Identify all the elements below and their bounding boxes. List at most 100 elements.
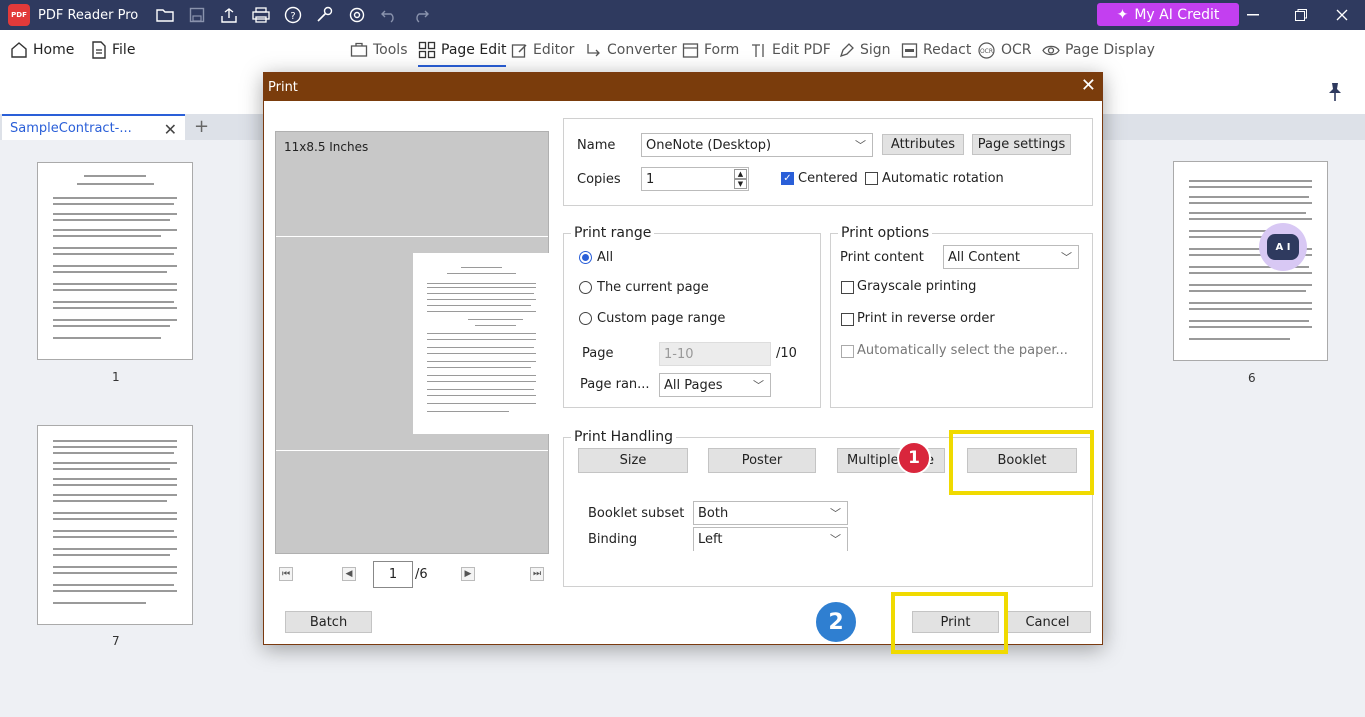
step-one-badge: 1 (897, 441, 931, 475)
wrench-icon[interactable] (312, 2, 338, 28)
print-options-section: Print options Print content All Content … (830, 225, 1093, 408)
last-page-button[interactable]: ⏭ (530, 567, 544, 581)
page-thumbnail[interactable] (37, 425, 193, 625)
booklet-highlight (949, 430, 1094, 495)
printer-icon[interactable] (248, 2, 274, 28)
window-close-icon[interactable] (1319, 0, 1365, 30)
centered-checkbox[interactable]: ✓ (781, 172, 794, 185)
sign-label: Sign (860, 42, 891, 58)
ocr-tab[interactable]: OCR OCR (977, 30, 1032, 70)
range-custom-radio[interactable] (579, 312, 592, 325)
home-button[interactable]: Home (10, 30, 74, 70)
edit-pdf-tab[interactable]: Edit PDF (750, 30, 831, 70)
next-page-button[interactable]: ▶ (461, 567, 475, 581)
eye-icon (1042, 45, 1060, 55)
decrement-icon[interactable]: ▼ (734, 179, 747, 189)
restore-icon[interactable] (1278, 0, 1324, 30)
reverse-order-label: Print in reverse order (857, 311, 995, 326)
file-button[interactable]: File (91, 30, 135, 70)
page-total-label: /6 (415, 567, 428, 582)
minimize-icon[interactable] (1230, 0, 1276, 30)
dialog-title: Print (268, 79, 298, 95)
open-folder-icon[interactable] (152, 2, 178, 28)
page-number-input[interactable]: 1 (373, 561, 413, 588)
chevron-down-icon: ﹀ (753, 379, 764, 392)
page-range-select[interactable]: All Pages ﹀ (659, 373, 771, 397)
auto-paper-checkbox[interactable] (841, 345, 854, 358)
range-custom-label: Custom page range (597, 311, 726, 326)
range-current-radio[interactable] (579, 281, 592, 294)
dialog-close-icon[interactable]: ✕ (1081, 75, 1096, 96)
binding-select[interactable]: Left ﹀ (693, 527, 848, 551)
auto-rotation-checkbox[interactable] (865, 172, 878, 185)
svg-text:OCR: OCR (980, 48, 993, 55)
page-number-label: 6 (1248, 371, 1256, 385)
document-tab-title: SampleContract-... (10, 120, 132, 136)
converter-tab[interactable]: Converter (585, 30, 677, 70)
toolbox-icon (350, 42, 368, 57)
help-icon[interactable]: ? (280, 2, 306, 28)
page-thumbnail[interactable] (1173, 161, 1328, 361)
page-label: Page (582, 346, 614, 361)
increment-icon[interactable]: ▲ (734, 169, 747, 179)
undo-icon[interactable] (376, 2, 402, 28)
redo-icon[interactable] (408, 2, 434, 28)
file-icon (92, 41, 106, 59)
range-all-radio[interactable] (579, 251, 592, 264)
page-range-input[interactable]: 1-10 (659, 342, 771, 366)
grayscale-label: Grayscale printing (857, 279, 977, 294)
first-page-button[interactable]: ⏮ (279, 567, 293, 581)
redact-tab[interactable]: Redact (901, 30, 971, 70)
page-display-tab[interactable]: Page Display (1042, 30, 1155, 70)
edit-icon (511, 43, 527, 58)
reverse-order-checkbox[interactable] (841, 313, 854, 326)
editor-tab[interactable]: Editor (511, 30, 574, 70)
auto-rotation-label: Automatic rotation (882, 171, 1004, 186)
save-icon[interactable] (184, 2, 210, 28)
page-edit-tab[interactable]: Page Edit (418, 30, 507, 70)
redact-label: Redact (923, 42, 972, 58)
ai-assistant-icon[interactable]: A I (1259, 223, 1307, 271)
share-icon[interactable] (216, 2, 242, 28)
print-content-select[interactable]: All Content ﹀ (943, 245, 1079, 269)
booklet-subset-select[interactable]: Both ﹀ (693, 501, 848, 525)
ai-credit-button[interactable]: ✦ My AI Credit (1097, 3, 1239, 26)
size-mode-button[interactable]: Size (578, 448, 688, 473)
copies-value: 1 (646, 171, 655, 187)
form-tab[interactable]: Form (682, 30, 739, 70)
attributes-button[interactable]: Attributes (882, 134, 964, 155)
new-tab-icon[interactable]: + (194, 116, 209, 137)
chevron-down-icon: ﹀ (1061, 251, 1072, 264)
document-tab[interactable]: SampleContract-... ✕ (2, 114, 185, 140)
sign-tab[interactable]: Sign (838, 30, 891, 70)
ai-credit-label: My AI Credit (1134, 6, 1220, 23)
binding-label: Binding (588, 532, 638, 547)
close-tab-icon[interactable]: ✕ (164, 120, 177, 139)
pin-icon[interactable] (1326, 82, 1344, 106)
booklet-subset-label: Booklet subset (588, 506, 685, 521)
auto-paper-label: Automatically select the paper... (857, 343, 1068, 358)
svg-text:?: ? (291, 11, 296, 22)
page-range-type-label: Page ran... (580, 377, 650, 392)
edit-pdf-label: Edit PDF (772, 42, 831, 58)
page-settings-button[interactable]: Page settings (972, 134, 1071, 155)
previous-page-button[interactable]: ◀ (342, 567, 356, 581)
grayscale-checkbox[interactable] (841, 281, 854, 294)
page-grid-icon (418, 41, 436, 59)
page-thumbnail[interactable] (37, 162, 193, 360)
poster-mode-button[interactable]: Poster (708, 448, 816, 473)
page-edit-label: Page Edit (441, 42, 507, 58)
chevron-down-icon: ﹀ (830, 533, 841, 546)
copies-stepper[interactable]: 1 ▲ ▼ (641, 167, 749, 191)
centered-label: Centered (798, 171, 858, 186)
printer-select[interactable]: OneNote (Desktop) ﹀ (641, 133, 873, 157)
settings-icon[interactable] (344, 2, 370, 28)
ocr-icon: OCR (978, 41, 995, 59)
tools-tab[interactable]: Tools (350, 30, 408, 70)
ocr-label: OCR (1001, 42, 1032, 58)
print-handling-title: Print Handling (571, 429, 677, 445)
page-range-total: /10 (776, 346, 797, 361)
cancel-button[interactable]: Cancel (1004, 611, 1091, 633)
batch-button[interactable]: Batch (285, 611, 372, 633)
dialog-title-bar: Print ✕ (264, 73, 1102, 101)
